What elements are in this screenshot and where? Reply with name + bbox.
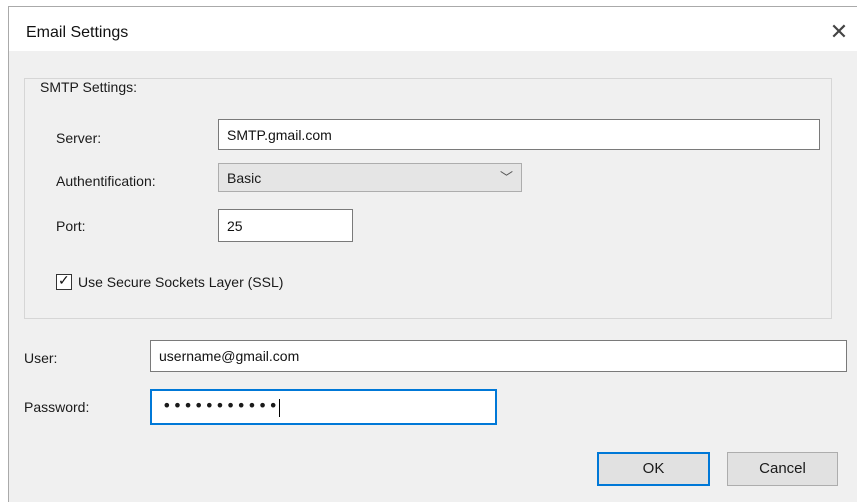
ok-button[interactable]: OK — [597, 452, 710, 486]
port-label: Port: — [56, 218, 86, 234]
authentification-label: Authentification: — [56, 173, 156, 189]
text-caret — [279, 399, 280, 417]
smtp-settings-label: SMTP Settings: — [36, 79, 142, 95]
user-input[interactable] — [150, 340, 847, 372]
port-input[interactable] — [218, 209, 353, 242]
close-icon[interactable]: ✕ — [827, 20, 851, 44]
title-bar: Email Settings ✕ — [9, 7, 857, 51]
authentification-select[interactable]: Basic ﹀ — [218, 163, 522, 192]
dialog-title: Email Settings — [26, 24, 129, 41]
password-label: Password: — [24, 399, 90, 415]
cancel-button[interactable]: Cancel — [727, 452, 838, 486]
password-masked-value: ••••••••••• — [162, 396, 279, 415]
server-input[interactable] — [218, 119, 820, 150]
ssl-checkbox-label[interactable]: Use Secure Sockets Layer (SSL) — [78, 274, 283, 290]
chevron-down-icon: ﹀ — [499, 170, 513, 185]
ssl-checkbox[interactable]: ✓ — [56, 272, 72, 290]
password-input[interactable]: ••••••••••• — [150, 389, 497, 425]
server-label: Server: — [56, 130, 102, 146]
user-label: User: — [24, 350, 58, 366]
checkmark-icon: ✓ — [58, 272, 70, 288]
authentification-selected-value: Basic — [227, 170, 262, 186]
